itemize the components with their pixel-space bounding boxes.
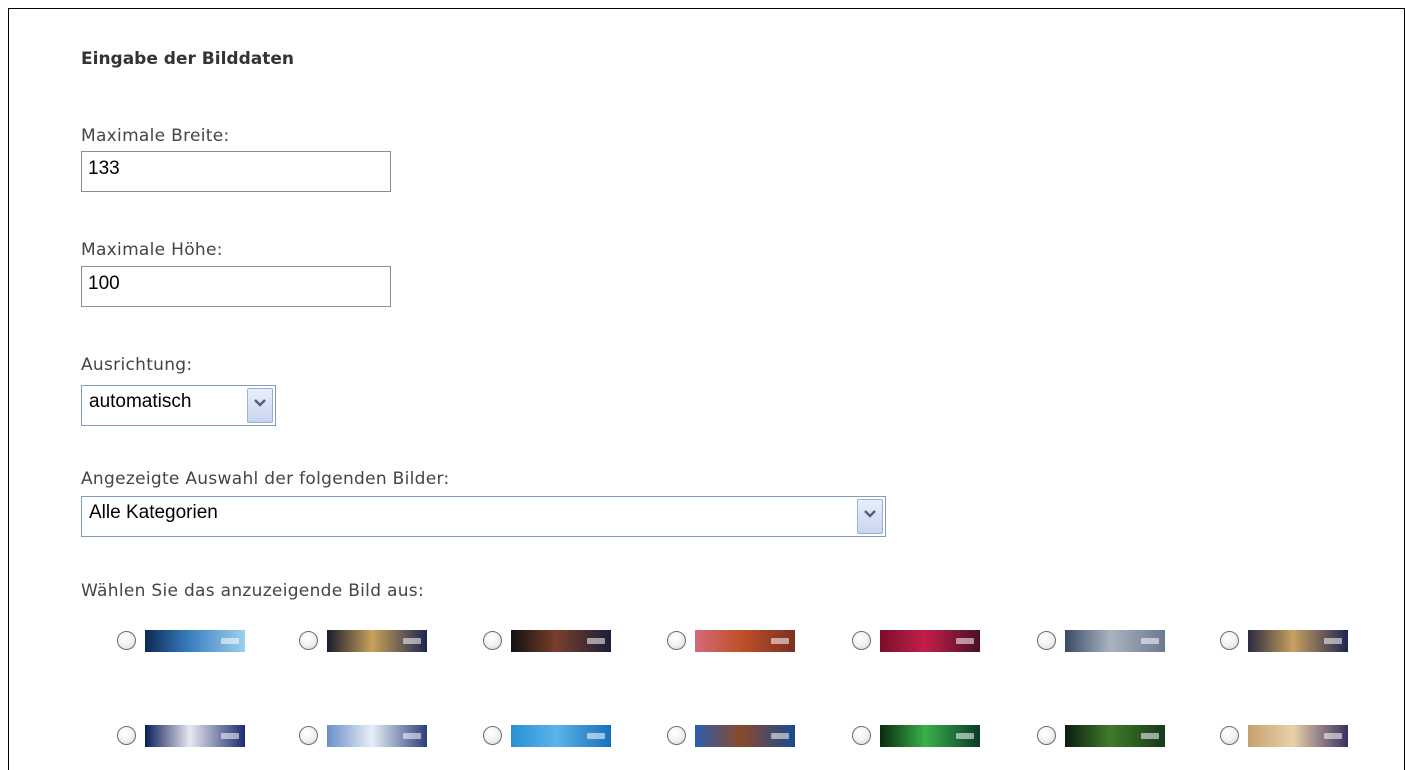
image-radio[interactable]: [1220, 631, 1239, 650]
category-select-value: Alle Kategorien: [89, 502, 218, 523]
chevron-down-icon[interactable]: [247, 388, 273, 423]
image-radio[interactable]: [483, 726, 502, 745]
selection-label: Angezeigte Auswahl der folgenden Bilder:: [81, 469, 450, 489]
category-select[interactable]: Alle Kategorien: [81, 496, 886, 537]
image-thumbnail[interactable]: [1248, 630, 1348, 652]
form-heading: Eingabe der Bilddaten: [81, 49, 294, 69]
image-option[interactable]: [1037, 725, 1172, 747]
image-radio[interactable]: [299, 726, 318, 745]
image-radio[interactable]: [483, 631, 502, 650]
image-option[interactable]: [852, 630, 987, 652]
image-thumbnail[interactable]: [880, 630, 980, 652]
image-radio[interactable]: [117, 631, 136, 650]
image-option[interactable]: [1220, 630, 1355, 652]
image-radio[interactable]: [299, 631, 318, 650]
image-option[interactable]: [852, 725, 987, 747]
chevron-down-icon[interactable]: [857, 499, 883, 534]
image-radio[interactable]: [117, 726, 136, 745]
max-width-input[interactable]: 133: [81, 151, 391, 192]
image-radio[interactable]: [852, 726, 871, 745]
image-thumbnail[interactable]: [1065, 725, 1165, 747]
image-thumbnail[interactable]: [511, 725, 611, 747]
image-option[interactable]: [117, 630, 252, 652]
image-radio[interactable]: [1037, 631, 1056, 650]
max-width-label: Maximale Breite:: [81, 126, 230, 146]
image-option[interactable]: [299, 630, 434, 652]
image-radio[interactable]: [667, 726, 686, 745]
image-option[interactable]: [1037, 630, 1172, 652]
image-thumbnail[interactable]: [145, 725, 245, 747]
image-thumbnail[interactable]: [695, 630, 795, 652]
image-thumbnail[interactable]: [145, 630, 245, 652]
image-radio[interactable]: [1220, 726, 1239, 745]
image-option[interactable]: [483, 725, 618, 747]
orientation-select[interactable]: automatisch: [81, 385, 276, 426]
image-option[interactable]: [299, 725, 434, 747]
image-option[interactable]: [1220, 725, 1355, 747]
image-thumbnail[interactable]: [1065, 630, 1165, 652]
orientation-label: Ausrichtung:: [81, 355, 193, 375]
image-option[interactable]: [117, 725, 252, 747]
image-thumbnail[interactable]: [1248, 725, 1348, 747]
image-thumbnail[interactable]: [511, 630, 611, 652]
image-radio[interactable]: [667, 631, 686, 650]
image-choice-label: Wählen Sie das anzuzeigende Bild aus:: [81, 581, 424, 601]
image-option[interactable]: [483, 630, 618, 652]
image-option[interactable]: [667, 630, 802, 652]
max-height-label: Maximale Höhe:: [81, 240, 223, 260]
image-radio[interactable]: [1037, 726, 1056, 745]
image-thumbnail[interactable]: [880, 725, 980, 747]
image-radio[interactable]: [852, 631, 871, 650]
image-option[interactable]: [667, 725, 802, 747]
image-thumbnail[interactable]: [327, 725, 427, 747]
max-height-input[interactable]: 100: [81, 266, 391, 307]
orientation-select-value: automatisch: [89, 391, 192, 412]
image-thumbnail[interactable]: [327, 630, 427, 652]
image-thumbnail[interactable]: [695, 725, 795, 747]
